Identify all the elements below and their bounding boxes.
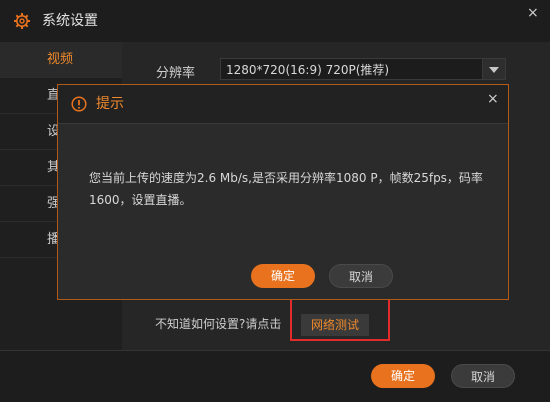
prompt-dialog: 提示 × 您当前上传的速度为2.6 Mb/s,是否采用分辨率1080 P，帧数2… xyxy=(57,84,509,300)
info-icon xyxy=(71,96,87,112)
resolution-select[interactable]: 1280*720(16:9) 720P(推荐) xyxy=(220,58,506,80)
gear-icon xyxy=(14,13,30,29)
chevron-down-icon[interactable] xyxy=(482,59,505,79)
dialog-message: 您当前上传的速度为2.6 Mb/s,是否采用分辨率1080 P，帧数25fps，… xyxy=(89,167,494,211)
dialog-message-line1: 您当前上传的速度为2.6 Mb/s,是否采用分辨率1080 P，帧数25fps，… xyxy=(89,171,483,185)
settings-window: 系统设置 × 视频 直 设 其 强 播 分辨率 1280*720(16:9) 7… xyxy=(0,0,550,402)
window-title: 系统设置 xyxy=(42,13,98,29)
window-titlebar: 系统设置 × xyxy=(0,0,550,43)
dialog-message-line2: 1600，设置直播。 xyxy=(89,193,192,207)
dialog-ok-button[interactable]: 确定 xyxy=(251,264,315,288)
resolution-value: 1280*720(16:9) 720P(推荐) xyxy=(226,63,390,77)
dialog-cancel-button[interactable]: 取消 xyxy=(329,264,393,288)
dialog-close-icon[interactable]: × xyxy=(487,92,499,106)
network-hint-text: 不知道如何设置?请点击 xyxy=(155,317,282,331)
dialog-title: 提示 xyxy=(96,96,124,112)
resolution-label: 分辨率 xyxy=(156,66,196,81)
ok-button[interactable]: 确定 xyxy=(371,364,435,388)
cancel-button[interactable]: 取消 xyxy=(451,364,515,388)
dialog-titlebar: 提示 × xyxy=(58,85,508,124)
close-icon[interactable]: × xyxy=(527,6,539,20)
settings-footer: 确定 取消 xyxy=(0,350,550,402)
sidebar-item-video[interactable]: 视频 xyxy=(0,42,122,78)
